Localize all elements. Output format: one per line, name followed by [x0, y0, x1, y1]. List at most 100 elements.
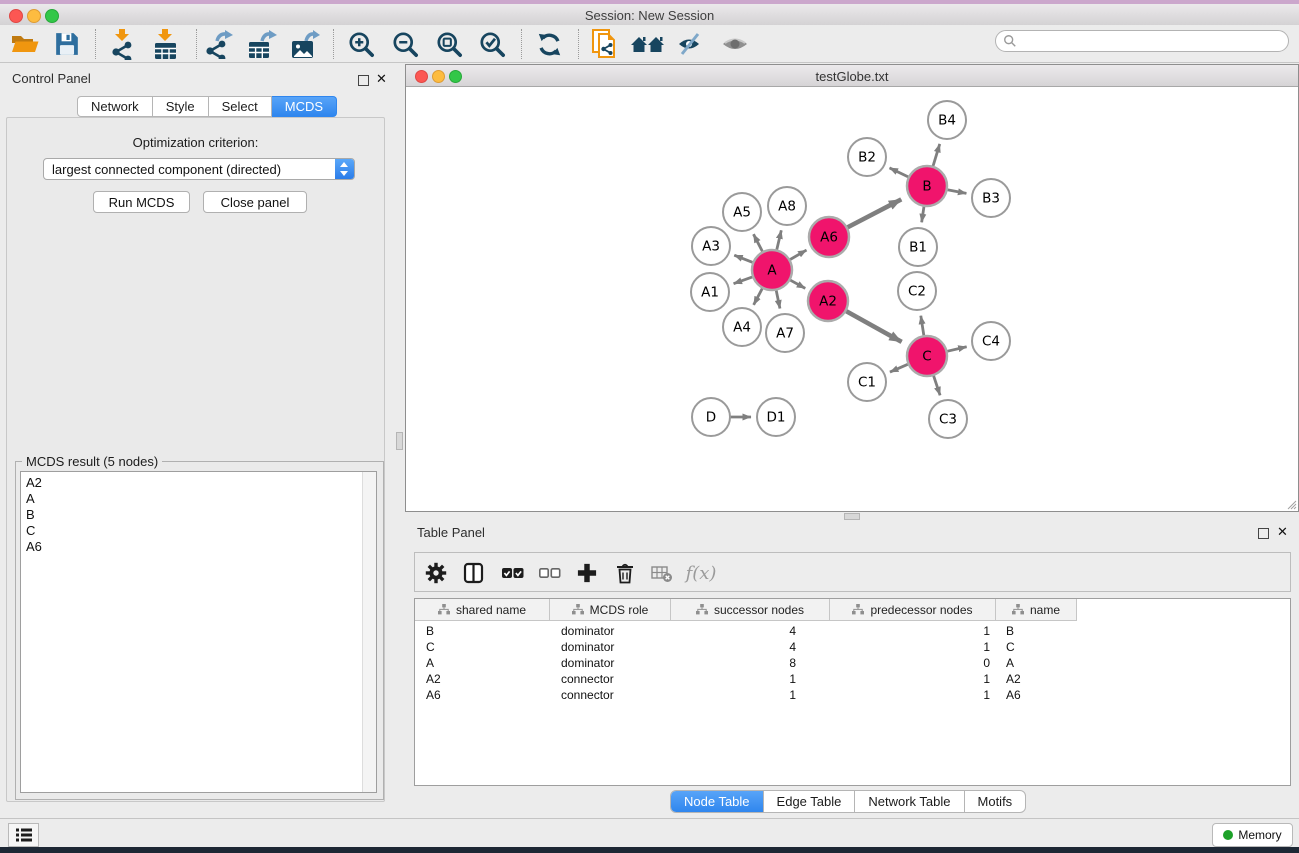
- graph-node-A1[interactable]: A1: [691, 273, 729, 311]
- export-table-button[interactable]: [244, 28, 280, 60]
- hide-glyphs-button[interactable]: [672, 28, 708, 60]
- resize-grip-icon[interactable]: [1285, 498, 1297, 510]
- table-cell[interactable]: 4: [671, 639, 830, 655]
- graph-edge-A-A6[interactable]: [789, 250, 806, 260]
- graph-node-C1[interactable]: C1: [848, 363, 886, 401]
- column-header-MCDS-role[interactable]: MCDS role: [550, 599, 671, 621]
- graph-edge-B-B4[interactable]: [933, 144, 940, 167]
- import-table-button[interactable]: [147, 28, 183, 60]
- graph-edge-A-A5[interactable]: [753, 234, 762, 252]
- close-panel-button[interactable]: Close panel: [203, 191, 307, 213]
- graph-edge-A6-B[interactable]: [847, 199, 902, 227]
- vertical-splitter-handle[interactable]: [396, 432, 403, 450]
- table-cell[interactable]: dominator: [550, 639, 671, 655]
- delete-row-button[interactable]: [611, 561, 639, 585]
- graph-edge-A-A1[interactable]: [734, 277, 754, 284]
- tab-select[interactable]: Select: [209, 96, 272, 117]
- table-cell[interactable]: B: [415, 623, 550, 639]
- gear-button[interactable]: [422, 561, 450, 585]
- table-cell[interactable]: 1: [830, 623, 996, 639]
- mcds-result-item[interactable]: A6: [21, 539, 376, 555]
- graph-node-A4[interactable]: A4: [723, 308, 761, 346]
- column-header-successor-nodes[interactable]: successor nodes: [671, 599, 830, 621]
- column-header-shared-name[interactable]: shared name: [415, 599, 550, 621]
- tab-network-table[interactable]: Network Table: [854, 791, 963, 812]
- search-field[interactable]: [995, 30, 1289, 52]
- graph-edge-A-A3[interactable]: [734, 255, 753, 263]
- graph-node-B2[interactable]: B2: [848, 138, 886, 176]
- add-row-button[interactable]: [573, 561, 601, 585]
- table-cell[interactable]: A2: [415, 671, 550, 687]
- table-cell[interactable]: 8: [671, 655, 830, 671]
- table-cell[interactable]: 0: [830, 655, 996, 671]
- network-graph-canvas[interactable]: B4B2BB3A5A8A6B1A3AC2A1A2A4A7C4CC1C3DD1: [407, 87, 1298, 511]
- mcds-list-scrollbar[interactable]: [362, 472, 376, 792]
- table-cell[interactable]: C: [996, 639, 1077, 655]
- mcds-result-item[interactable]: C: [21, 523, 376, 539]
- tab-motifs[interactable]: Motifs: [964, 791, 1026, 812]
- search-input[interactable]: [1021, 33, 1288, 49]
- graph-node-C2[interactable]: C2: [898, 272, 936, 310]
- graph-node-A8[interactable]: A8: [768, 187, 806, 225]
- show-glyphs-button[interactable]: [717, 28, 753, 60]
- table-cell[interactable]: dominator: [550, 655, 671, 671]
- column-chooser-button[interactable]: [459, 561, 487, 585]
- export-image-button[interactable]: [287, 28, 323, 60]
- export-network-button[interactable]: [201, 28, 237, 60]
- mcds-result-item[interactable]: A2: [21, 475, 376, 491]
- import-network-button[interactable]: [104, 28, 140, 60]
- graph-node-C[interactable]: C: [907, 336, 947, 376]
- graph-node-B3[interactable]: B3: [972, 179, 1010, 217]
- table-panel-close-button[interactable]: ✕: [1277, 526, 1288, 537]
- zoom-fit-button[interactable]: [431, 28, 467, 60]
- select-all-button[interactable]: [498, 561, 526, 585]
- table-cell[interactable]: A: [996, 655, 1077, 671]
- memory-button[interactable]: Memory: [1212, 823, 1293, 847]
- network-from-file-button[interactable]: [588, 28, 624, 60]
- open-file-button[interactable]: [7, 28, 43, 60]
- graph-node-A[interactable]: A: [752, 250, 792, 290]
- graph-edge-B-B3[interactable]: [947, 190, 967, 194]
- table-cell[interactable]: 1: [671, 671, 830, 687]
- table-cell[interactable]: 1: [830, 687, 996, 703]
- tab-edge-table[interactable]: Edge Table: [763, 791, 855, 812]
- graph-node-B4[interactable]: B4: [928, 101, 966, 139]
- unselect-all-button[interactable]: [535, 561, 563, 585]
- column-header-name[interactable]: name: [996, 599, 1077, 621]
- table-cell[interactable]: A: [415, 655, 550, 671]
- graph-edge-C-C3[interactable]: [933, 375, 940, 395]
- table-cell[interactable]: 1: [671, 687, 830, 703]
- mcds-result-item[interactable]: A: [21, 491, 376, 507]
- zoom-in-button[interactable]: [343, 28, 379, 60]
- graph-edge-C-C1[interactable]: [890, 364, 909, 372]
- home-button[interactable]: [630, 28, 666, 60]
- graph-node-A5[interactable]: A5: [723, 193, 761, 231]
- control-panel-float-button[interactable]: [358, 73, 369, 91]
- table-cell[interactable]: connector: [550, 671, 671, 687]
- horizontal-splitter-handle[interactable]: [844, 513, 860, 520]
- table-cell[interactable]: 1: [830, 671, 996, 687]
- graph-edge-B-B1[interactable]: [922, 206, 924, 222]
- table-cell[interactable]: A2: [996, 671, 1077, 687]
- tab-style[interactable]: Style: [153, 96, 209, 117]
- graph-edge-A-A7[interactable]: [776, 290, 780, 309]
- table-cell[interactable]: 1: [830, 639, 996, 655]
- graph-edge-A-A2[interactable]: [789, 280, 805, 289]
- graph-node-C4[interactable]: C4: [972, 322, 1010, 360]
- function-builder-button[interactable]: f(x): [683, 561, 719, 585]
- delete-table-button[interactable]: [648, 561, 676, 585]
- run-mcds-button[interactable]: Run MCDS: [93, 191, 190, 213]
- table-cell[interactable]: C: [415, 639, 550, 655]
- table-cell[interactable]: 4: [671, 623, 830, 639]
- table-cell[interactable]: A6: [996, 687, 1077, 703]
- tab-network[interactable]: Network: [77, 96, 153, 117]
- graph-edge-C-C4[interactable]: [946, 347, 966, 352]
- mcds-result-item[interactable]: B: [21, 507, 376, 523]
- panel-list-button[interactable]: [8, 823, 39, 847]
- graph-node-D1[interactable]: D1: [757, 398, 795, 436]
- graph-node-A7[interactable]: A7: [766, 314, 804, 352]
- graph-node-A2[interactable]: A2: [808, 281, 848, 321]
- graph-node-D[interactable]: D: [692, 398, 730, 436]
- zoom-selected-button[interactable]: [474, 28, 510, 60]
- graph-node-C3[interactable]: C3: [929, 400, 967, 438]
